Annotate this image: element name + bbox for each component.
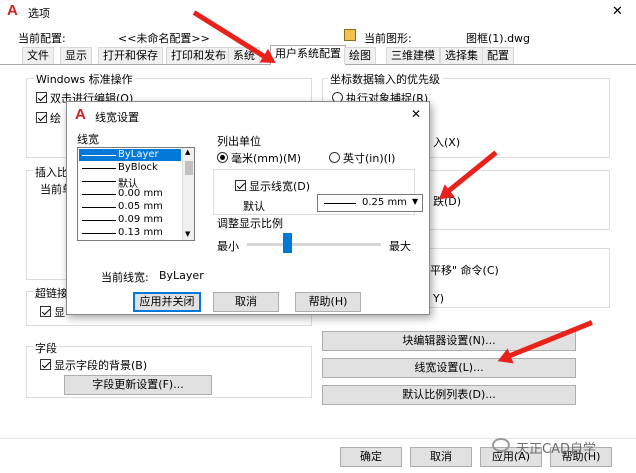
insert-scale-label: 插入比 [33,164,70,180]
default-label: 默认 [243,200,265,213]
tab-selection[interactable]: 选择集 [440,47,483,64]
lw-line-icon [82,194,116,195]
close-icon[interactable]: ✕ [411,107,421,121]
unit-in-radio[interactable]: 英寸(in)(I) [329,150,395,166]
checkbox-icon [235,180,246,191]
apply-close-button[interactable]: 应用并关闭 [133,292,201,312]
current-profile-value: <<未命名配置>> [118,32,210,45]
default-lineweight-value: 0.25 mm [362,197,407,208]
windows-group-label: Windows 标准操作 [34,71,135,87]
list-item[interactable]: 0.05 mm [118,201,163,212]
lw-line-icon [82,181,116,182]
hyperlink-checkbox[interactable]: 显 [40,304,65,320]
default-lineweight-select[interactable]: 0.25 mm ▼ [317,194,423,212]
scale-min-label: 最小 [217,240,239,253]
tab-open-save[interactable]: 打开和保存 [98,47,163,64]
left-partial-checkbox[interactable]: 绘 [36,110,61,126]
lw-line-icon [82,233,116,234]
right-partial-pan: 平移" 命令(C) [430,264,499,277]
lineweight-settings-button[interactable]: 线宽设置(L)... [322,358,576,378]
wechat-watermark: 天正CAD自学 [492,436,636,457]
scale-label: 调整显示比例 [217,217,283,230]
current-lineweight-value: ByLayer [159,269,204,282]
current-profile-label: 当前配置: [18,32,66,45]
chevron-up-icon[interactable]: ▲ [185,148,190,156]
autocad-logo-icon: A [75,106,86,123]
checkbox-icon [40,306,51,317]
window-title: 选项 [28,7,50,20]
tab-drafting[interactable]: 绘图 [344,47,376,64]
current-drawing-value: 图框(1).dwg [466,32,531,45]
default-scale-list-button[interactable]: 默认比例列表(D)... [322,385,576,405]
tab-files[interactable]: 文件 [22,47,54,64]
tab-user-preferences[interactable]: 用户系统配置 [270,45,346,65]
wechat-icon [492,438,510,452]
fields-group-label: 字段 [33,340,59,356]
radio-icon [217,152,228,163]
right-partial-y: Y) [433,292,445,305]
lw-dialog-title: 线宽设置 [95,111,139,124]
lw-line-icon [82,168,116,169]
lw-line-icon [82,207,116,208]
list-item[interactable]: ByLayer [118,149,159,160]
drawing-icon [344,29,356,41]
current-lineweight-label: 当前线宽: [101,271,149,284]
cancel-button[interactable]: 取消 [410,447,472,467]
lineweight-dialog: A 线宽设置 ✕ 线宽 ByLayer ByBlock 默认 0.00 mm 0… [66,101,430,315]
scale-slider-thumb[interactable] [283,233,293,253]
scale-slider-track[interactable] [247,243,381,246]
show-field-bg-checkbox[interactable]: 显示字段的背景(B) [40,357,147,373]
ok-button[interactable]: 确定 [340,447,402,467]
tab-profiles[interactable]: 配置 [482,47,514,64]
close-icon[interactable]: ✕ [612,4,623,19]
current-drawing-label: 当前图形: [364,32,412,45]
chevron-down-icon[interactable]: ▼ [185,230,190,238]
tab-display[interactable]: 显示 [60,47,92,64]
scrollbar-thumb[interactable] [185,161,193,175]
autocad-logo-icon: A [7,2,18,19]
lw-line-icon [82,220,116,221]
list-item[interactable]: 0.09 mm [118,214,163,225]
tab-3d-modeling[interactable]: 三维建模 [386,47,440,64]
field-update-button[interactable]: 字段更新设置(F)... [64,375,212,395]
lw-help-button[interactable]: 帮助(H) [295,292,361,312]
coord-priority-label: 坐标数据输入的优先级 [328,71,442,87]
scale-max-label: 最大 [389,240,411,253]
radio-icon [329,152,340,163]
show-lineweight-checkbox[interactable]: 显示线宽(D) [235,178,310,194]
tab-plot-publish[interactable]: 打印和发布 [166,47,231,64]
lineweight-list[interactable]: ByLayer ByBlock 默认 0.00 mm 0.05 mm 0.09 … [77,147,195,241]
watermark-text: 天正CAD自学 [516,442,596,457]
list-item[interactable]: 0.00 mm [118,188,163,199]
title-bar: A 选项 ✕ [0,0,636,24]
list-item[interactable]: 0.13 mm [118,227,163,238]
right-partial-x: 入(X) [433,136,461,149]
chevron-down-icon[interactable]: ▼ [412,197,418,206]
lw-cancel-button[interactable]: 取消 [213,292,279,312]
hyperlink-label: 超链接 [33,285,70,301]
lw-line-icon [82,155,116,156]
lineweights-label: 线宽 [77,133,99,146]
list-item[interactable]: ByBlock [118,162,158,173]
checkbox-icon [40,359,51,370]
unit-mm-radio[interactable]: 毫米(mm)(M) [217,150,301,166]
list-scrollbar[interactable]: ▲ ▼ [182,148,194,240]
lw-line-icon [324,203,356,204]
checkbox-icon [36,112,47,123]
checkbox-icon [36,92,47,103]
